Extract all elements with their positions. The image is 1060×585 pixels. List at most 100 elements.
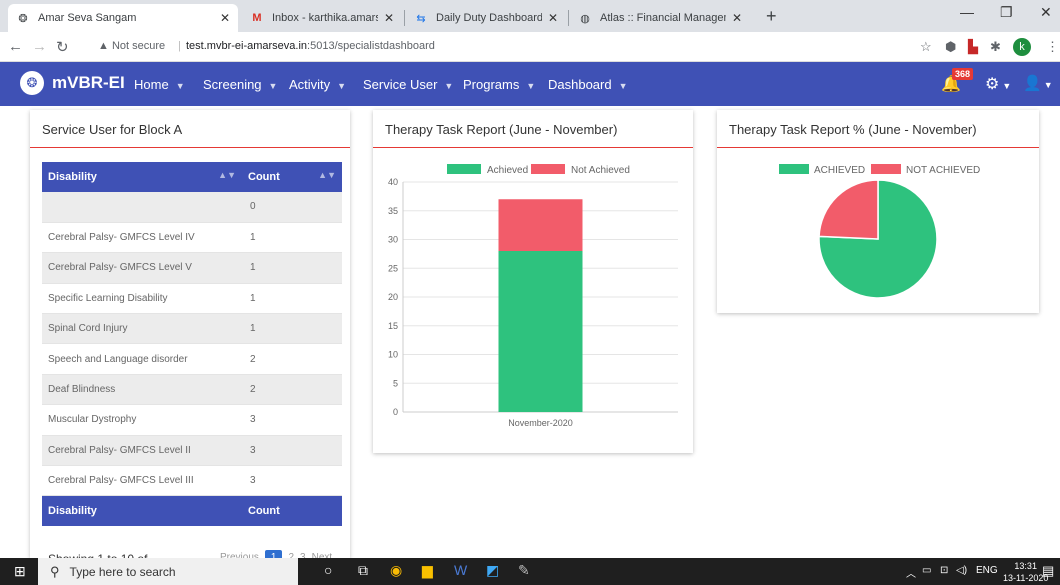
photos-icon[interactable]: ◩ (486, 562, 499, 579)
table-row: Cerebral Palsy- GMFCS Level III 3 (42, 465, 342, 497)
nav-programs[interactable]: Programs ▼ (463, 77, 535, 92)
windows-start-icon[interactable]: ⊞ (14, 563, 26, 580)
pie-chart-card: Therapy Task Report % (June - November) … (717, 110, 1039, 313)
tab-separator (404, 10, 405, 26)
minimize-icon[interactable]: — (960, 4, 974, 20)
browser-tab-daily-duty[interactable]: ⇆ Daily Duty Dashboard › Daily in- ✕ (406, 4, 566, 32)
card-title: Therapy Task Report % (June - November) (717, 110, 1039, 148)
url-field[interactable]: test.mvbr-ei-amarseva.in:5013/specialist… (186, 40, 435, 52)
pie-slice (818, 179, 879, 240)
not-secure-indicator[interactable]: ▲ Not secure (98, 40, 165, 52)
taskbar-search[interactable]: ⚲ Type here to search (38, 558, 298, 585)
legend-label: NOT ACHIEVED (906, 165, 980, 176)
browser-tab-strip: ❂ Amar Seva Sangam ✕ M Inbox - karthika.… (0, 0, 1060, 32)
gmail-icon: M (252, 12, 262, 24)
user-icon[interactable]: 👤 ▼ (1023, 74, 1053, 92)
battery-icon[interactable]: ▭ (922, 565, 931, 576)
table-row: 0 (42, 192, 342, 223)
search-icon: ⚲ (50, 563, 60, 579)
nav-activity[interactable]: Activity ▼ (289, 77, 346, 92)
tab-title: Atlas :: Financial Management Sy (600, 12, 726, 24)
cell-count: 0 (242, 192, 342, 223)
close-icon[interactable]: ✕ (732, 11, 742, 25)
language-indicator[interactable]: ENG (976, 565, 998, 576)
close-icon[interactable]: ✕ (548, 11, 558, 25)
y-tick-label: 40 (388, 177, 398, 187)
paint-icon[interactable]: ✎ (518, 562, 530, 579)
restore-icon[interactable]: ❐ (1000, 4, 1013, 21)
cell-disability (42, 192, 242, 223)
cell-disability: Cerebral Palsy- GMFCS Level II (42, 435, 242, 467)
puzzle-icon[interactable]: ✱ (990, 39, 1001, 55)
nav-service-user[interactable]: Service User ▼ (363, 77, 453, 92)
word-icon[interactable]: W (454, 562, 467, 578)
extension-icon[interactable]: ⬢ (945, 39, 956, 55)
table-row: Cerebral Palsy- GMFCS Level V1 (42, 252, 342, 284)
nav-dashboard[interactable]: Dashboard ▼ (548, 77, 628, 92)
new-tab-icon[interactable]: + (766, 6, 777, 27)
close-icon[interactable]: ✕ (220, 11, 230, 25)
cell-count: 2 (242, 343, 342, 375)
footer-count: Count (242, 495, 342, 526)
card-title: Therapy Task Report (June - November) (373, 110, 693, 148)
reload-icon[interactable]: ↻ (56, 38, 69, 56)
y-tick-label: 20 (388, 292, 398, 302)
file-explorer-icon[interactable]: ▆ (422, 562, 433, 579)
sort-icon: ▲▼ (318, 170, 336, 180)
nav-label: Dashboard (548, 77, 612, 92)
table-header-row: Disability ▲▼ Count ▲▼ (42, 162, 342, 192)
warning-icon: ▲ (98, 40, 109, 52)
cortana-icon[interactable]: ○ (324, 562, 332, 578)
tray-chevron-icon[interactable]: ︿ (906, 565, 916, 580)
browser-tab-atlas[interactable]: ◍ Atlas :: Financial Management Sy ✕ (570, 4, 750, 32)
network-icon[interactable]: ⊡ (940, 565, 948, 576)
tab-separator (568, 10, 569, 26)
dashboard-icon: ⇆ (416, 12, 426, 25)
column-header-count[interactable]: Count ▲▼ (242, 162, 342, 192)
brand-logo-icon[interactable]: ❂ (20, 71, 44, 95)
close-icon[interactable]: ✕ (384, 11, 394, 25)
column-header-disability[interactable]: Disability ▲▼ (42, 162, 242, 192)
forward-icon[interactable]: → (32, 38, 47, 55)
profile-avatar[interactable]: k (1013, 38, 1031, 56)
nav-label: Service User (363, 77, 438, 92)
table-row: Spinal Cord Injury 1 (42, 313, 342, 345)
table-row: Cerebral Palsy- GMFCS Level IV 1 (42, 222, 342, 254)
browser-tab-inbox[interactable]: M Inbox - karthika.amarseva@gmai ✕ (242, 4, 402, 32)
app-navbar: ❂ mVBR-EI Home ▼ Screening ▼ Activity ▼ Ser… (0, 62, 1060, 106)
notifications-icon[interactable]: ▤ (1042, 563, 1054, 579)
table-row: Deaf Blindness 2 (42, 374, 342, 406)
bookmark-star-icon[interactable]: ☆ (920, 39, 932, 55)
nav-screening[interactable]: Screening ▼ (203, 77, 277, 92)
window-close-icon[interactable]: ✕ (1040, 4, 1052, 21)
cell-disability: Muscular Dystrophy (42, 404, 242, 436)
pdf-extension-icon[interactable]: ▙ (968, 39, 978, 55)
caret-down-icon: ▼ (618, 81, 628, 91)
site-logo-icon: ❂ (18, 12, 28, 25)
bar-chart-card: Therapy Task Report (June - November) Ac… (373, 110, 693, 453)
nav-label: Home (134, 77, 169, 92)
task-view-icon[interactable]: ⧉ (358, 562, 368, 579)
pie-chart: ACHIEVED NOT ACHIEVED (779, 164, 980, 299)
caret-down-icon: ▼ (337, 81, 347, 91)
legend-label: Achieved (487, 165, 528, 176)
legend-swatch (531, 164, 565, 174)
chrome-icon[interactable]: ◉ (390, 562, 402, 579)
y-tick-label: 30 (388, 235, 398, 245)
globe-icon: ◍ (580, 12, 590, 25)
gear-icon[interactable]: ⚙ ▼ (985, 74, 1011, 94)
back-icon[interactable]: ← (8, 38, 23, 55)
table-row: Speech and Language disorder 2 (42, 343, 342, 375)
nav-label: Screening (203, 77, 262, 92)
menu-kebab-icon[interactable]: ⋮ (1046, 39, 1059, 55)
cell-disability: Cerebral Palsy- GMFCS Level IV (42, 222, 242, 254)
volume-icon[interactable]: ◁) (956, 565, 967, 576)
cell-disability: Cerebral Palsy- GMFCS Level III (42, 465, 242, 497)
cell-count: 1 (242, 283, 342, 315)
brand-name[interactable]: mVBR-EI (52, 73, 125, 93)
nav-home[interactable]: Home ▼ (134, 77, 185, 92)
url-path: :5013/specialistdashboard (307, 40, 435, 52)
browser-tab-amar-seva[interactable]: ❂ Amar Seva Sangam ✕ (8, 4, 238, 32)
cell-disability: Specific Learning Disability (42, 283, 242, 315)
bar-segment (498, 199, 583, 251)
